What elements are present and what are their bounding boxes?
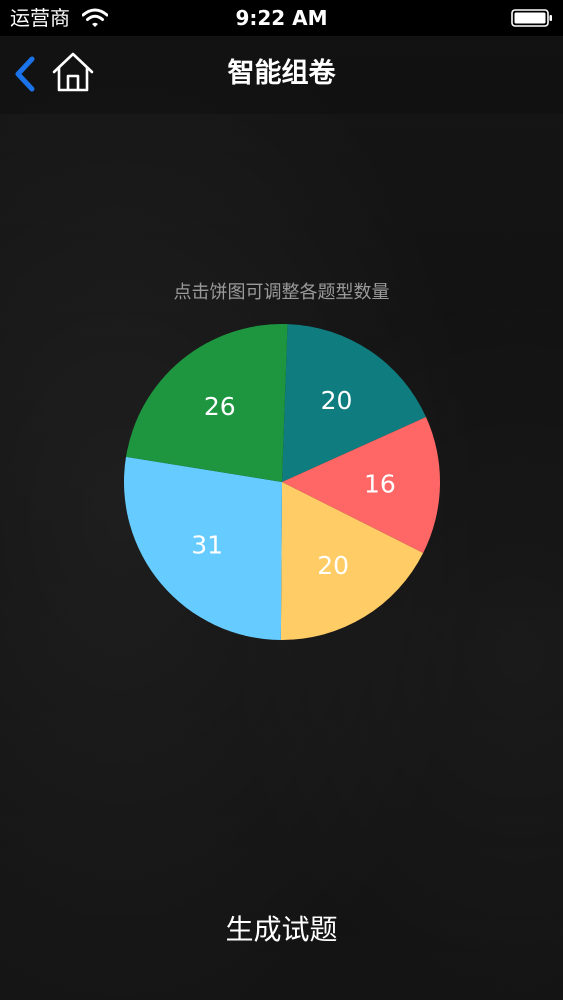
pie-slice-label-4: 26: [204, 392, 236, 421]
generate-questions-button[interactable]: 生成试题: [140, 900, 423, 960]
status-bar: 运营商 9:22 AM: [0, 0, 563, 36]
status-time: 9:22 AM: [235, 6, 328, 30]
pie-slice-label-3: 31: [191, 531, 223, 560]
pie-slice-label-1: 16: [364, 470, 396, 499]
page-title: 智能组卷: [227, 58, 336, 89]
pie-slice-label-0: 20: [321, 386, 353, 415]
question-type-pie-chart[interactable]: 20 16 20 31 26: [112, 312, 452, 652]
pie-hint-text: 点击饼图可调整各题型数量: [173, 282, 390, 303]
pie-chart-svg[interactable]: 20 16 20 31 26: [112, 312, 452, 652]
screen: 运营商 9:22 AM 智能组卷 点击饼图可调整各题型数量 20 16 20 3…: [0, 0, 563, 1000]
nav-bar: 智能组卷: [0, 36, 563, 114]
pie-slice-label-2: 20: [317, 551, 349, 580]
battery-icon: [511, 9, 552, 27]
